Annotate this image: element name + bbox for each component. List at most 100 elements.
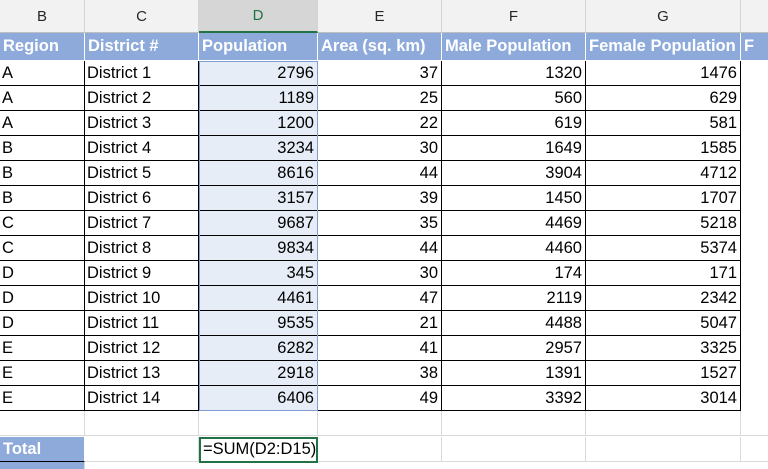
column-header-g[interactable]: G	[586, 0, 741, 33]
cell-area[interactable]: 30	[318, 261, 442, 286]
cell-male[interactable]: 4460	[442, 236, 586, 261]
column-header-partial[interactable]	[741, 0, 768, 33]
cell-population[interactable]: 4461	[199, 286, 318, 311]
total-label[interactable]: Total	[0, 437, 85, 462]
cell-district[interactable]: District 4	[85, 136, 199, 161]
cell-male[interactable]: 3392	[442, 386, 586, 411]
empty-cell[interactable]	[85, 437, 199, 462]
cell-male[interactable]: 560	[442, 86, 586, 111]
cell-female[interactable]: 1527	[586, 361, 741, 386]
cell-female[interactable]: 4712	[586, 161, 741, 186]
cell-female[interactable]: 1585	[586, 136, 741, 161]
column-header-d[interactable]: D	[199, 0, 318, 33]
header-female[interactable]: Female Population	[586, 33, 741, 61]
cell-population[interactable]: 6406	[199, 386, 318, 411]
cell-female[interactable]: 1476	[586, 61, 741, 86]
column-header-e[interactable]: E	[318, 0, 442, 33]
cell-area[interactable]: 22	[318, 111, 442, 136]
cell-region[interactable]: E	[0, 361, 85, 386]
header-population[interactable]: Population	[199, 33, 318, 61]
cell-district[interactable]: District 13	[85, 361, 199, 386]
cell-population[interactable]: 345	[199, 261, 318, 286]
cell-region[interactable]: E	[0, 336, 85, 361]
empty-cell[interactable]	[586, 437, 741, 462]
cell-male[interactable]: 2957	[442, 336, 586, 361]
cell-population[interactable]: 9687	[199, 211, 318, 236]
cell-region[interactable]: A	[0, 86, 85, 111]
cell-population[interactable]: 2918	[199, 361, 318, 386]
cell-region[interactable]: D	[0, 286, 85, 311]
cell-district[interactable]: District 12	[85, 336, 199, 361]
cell-area[interactable]: 21	[318, 311, 442, 336]
cell-female[interactable]: 581	[586, 111, 741, 136]
empty-cell[interactable]	[586, 411, 741, 436]
empty-cell[interactable]	[199, 411, 318, 436]
cell-male[interactable]: 174	[442, 261, 586, 286]
header-partial_h[interactable]: F	[741, 33, 768, 61]
cell-region[interactable]: B	[0, 186, 85, 211]
header-area[interactable]: Area (sq. km)	[318, 33, 442, 61]
cell-area[interactable]: 44	[318, 236, 442, 261]
active-cell-formula[interactable]: =SUM(D2:D15)	[199, 437, 318, 463]
empty-cell[interactable]	[741, 411, 768, 436]
cell-population[interactable]: 3157	[199, 186, 318, 211]
empty-cell[interactable]	[741, 437, 768, 462]
cell-area[interactable]: 25	[318, 86, 442, 111]
empty-cell[interactable]	[442, 411, 586, 436]
cell-female[interactable]: 3325	[586, 336, 741, 361]
cell-female[interactable]: 629	[586, 86, 741, 111]
cell-male[interactable]: 1320	[442, 61, 586, 86]
cell-area[interactable]: 44	[318, 161, 442, 186]
cell-area[interactable]: 35	[318, 211, 442, 236]
cell-region[interactable]: B	[0, 161, 85, 186]
cell-district[interactable]: District 11	[85, 311, 199, 336]
header-region[interactable]: Region	[0, 33, 85, 61]
cell-population[interactable]: 9834	[199, 236, 318, 261]
cell-region[interactable]: B	[0, 136, 85, 161]
empty-cell[interactable]	[318, 437, 442, 462]
cell-region[interactable]: A	[0, 61, 85, 86]
cell-male[interactable]: 4488	[442, 311, 586, 336]
cell-region[interactable]: D	[0, 261, 85, 286]
cell-area[interactable]: 41	[318, 336, 442, 361]
cell-population[interactable]: 9535	[199, 311, 318, 336]
empty-cell[interactable]	[85, 411, 199, 436]
cell-male[interactable]: 1649	[442, 136, 586, 161]
empty-cell[interactable]	[0, 462, 85, 469]
column-header-b[interactable]: B	[0, 0, 85, 33]
cell-region[interactable]: C	[0, 211, 85, 236]
empty-cell[interactable]	[0, 411, 85, 436]
header-district[interactable]: District #	[85, 33, 199, 61]
column-header-f[interactable]: F	[442, 0, 586, 33]
header-male[interactable]: Male Population	[442, 33, 586, 61]
cell-region[interactable]: C	[0, 236, 85, 261]
cell-district[interactable]: District 9	[85, 261, 199, 286]
cell-area[interactable]: 47	[318, 286, 442, 311]
cell-population[interactable]: 8616	[199, 161, 318, 186]
cell-area[interactable]: 37	[318, 61, 442, 86]
cell-region[interactable]: A	[0, 111, 85, 136]
cell-district[interactable]: District 7	[85, 211, 199, 236]
cell-district[interactable]: District 6	[85, 186, 199, 211]
cell-male[interactable]: 3904	[442, 161, 586, 186]
cell-district[interactable]: District 3	[85, 111, 199, 136]
cell-population[interactable]: 6282	[199, 336, 318, 361]
cell-district[interactable]: District 14	[85, 386, 199, 411]
cell-female[interactable]: 2342	[586, 286, 741, 311]
empty-cell[interactable]	[318, 411, 442, 436]
cell-population[interactable]: 1200	[199, 111, 318, 136]
cell-female[interactable]: 5374	[586, 236, 741, 261]
cell-female[interactable]: 171	[586, 261, 741, 286]
cell-district[interactable]: District 2	[85, 86, 199, 111]
cell-region[interactable]: E	[0, 386, 85, 411]
cell-male[interactable]: 4469	[442, 211, 586, 236]
cell-male[interactable]: 1450	[442, 186, 586, 211]
cell-district[interactable]: District 1	[85, 61, 199, 86]
cell-district[interactable]: District 8	[85, 236, 199, 261]
cell-male[interactable]: 619	[442, 111, 586, 136]
cell-district[interactable]: District 5	[85, 161, 199, 186]
cell-population[interactable]: 3234	[199, 136, 318, 161]
cell-area[interactable]: 38	[318, 361, 442, 386]
column-header-c[interactable]: C	[85, 0, 199, 33]
cell-female[interactable]: 3014	[586, 386, 741, 411]
